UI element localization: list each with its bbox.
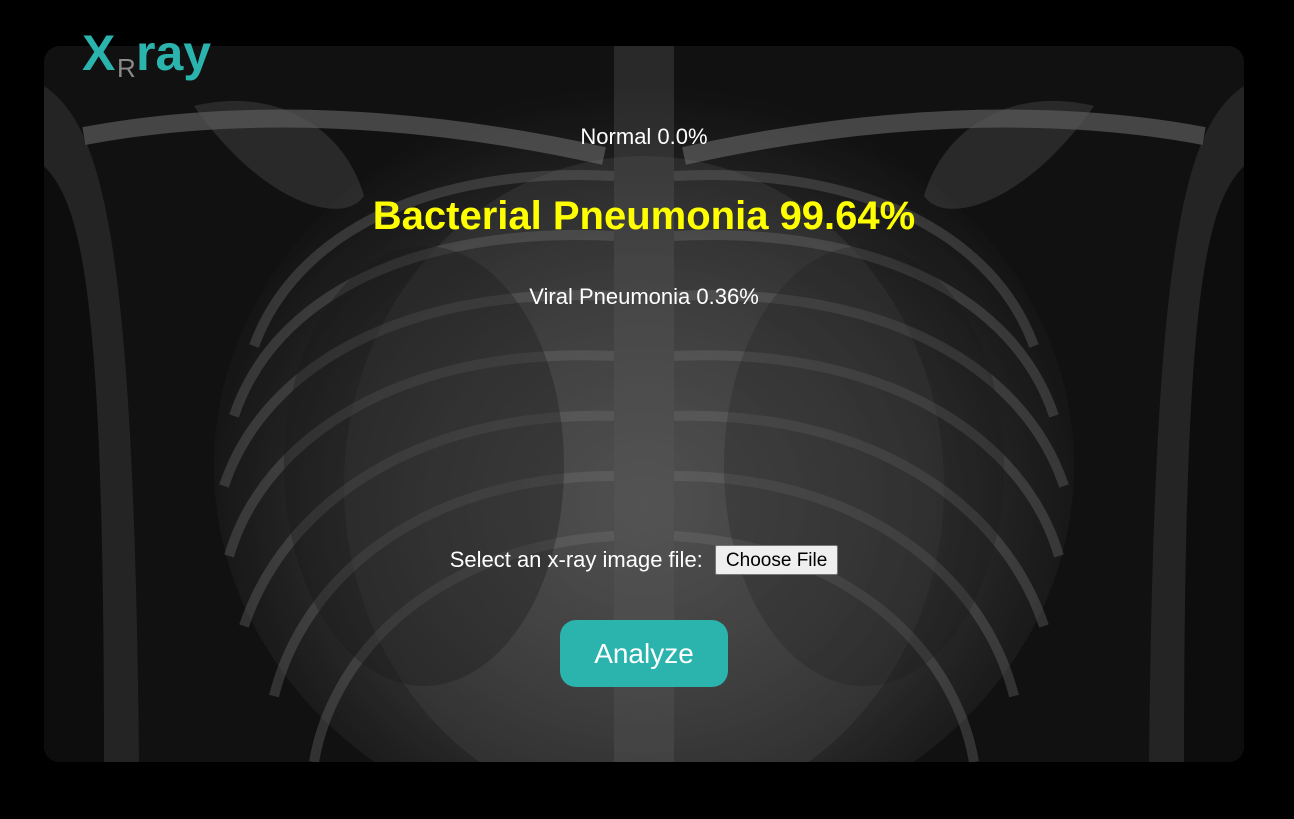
choose-file-button[interactable]: Choose File [714, 545, 839, 576]
logo-r-letter: R [117, 53, 136, 83]
logo-ray-text: ray [136, 25, 212, 81]
result-top-prediction: Bacterial Pneumonia 99.64% [372, 194, 916, 238]
app-logo[interactable]: X R ray [82, 24, 222, 88]
result-normal: Normal 0.0% [580, 124, 708, 149]
result-viral: Viral Pneumonia 0.36% [529, 284, 759, 309]
logo-x-letter: X [82, 25, 116, 81]
file-upload-label: Select an x-ray image file: [449, 547, 703, 573]
file-upload-row: Select an x-ray image file: Choose File [44, 543, 1244, 576]
analyze-button[interactable]: Analyze [560, 620, 728, 687]
main-content: Normal 0.0% Bacterial Pneumonia 99.64% V… [44, 46, 1244, 762]
